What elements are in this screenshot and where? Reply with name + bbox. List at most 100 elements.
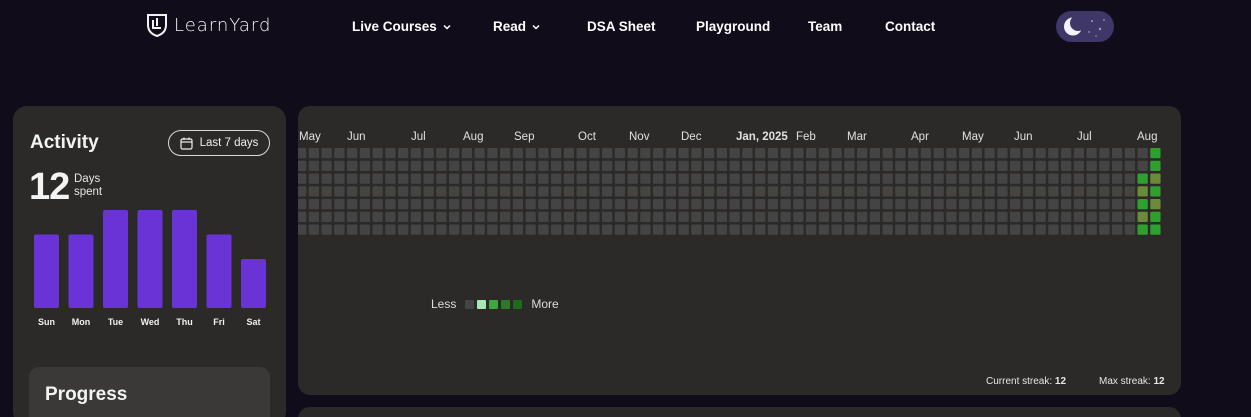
heatmap-cell[interactable] (1137, 224, 1148, 235)
heatmap-cell[interactable] (1010, 211, 1021, 223)
heatmap-cell[interactable] (474, 173, 485, 184)
heatmap-cell[interactable] (933, 148, 944, 159)
heatmap-cell[interactable] (347, 160, 358, 172)
heatmap-cell[interactable] (474, 148, 485, 159)
heatmap-cell[interactable] (1035, 224, 1046, 235)
heatmap-cell[interactable] (678, 160, 689, 172)
heatmap-cell[interactable] (398, 160, 409, 172)
heatmap-cell[interactable] (831, 199, 842, 210)
heatmap-cell[interactable] (908, 173, 919, 184)
heatmap-cell[interactable] (602, 148, 613, 159)
nav-read[interactable]: Read (493, 19, 540, 34)
heatmap-cell[interactable] (780, 173, 791, 184)
heatmap-cell[interactable] (525, 148, 536, 159)
heatmap-cell[interactable] (716, 173, 728, 184)
heatmap-cell[interactable] (1112, 199, 1123, 210)
logo[interactable]: LearnYard (146, 13, 271, 37)
heatmap-cell[interactable] (436, 199, 447, 210)
heatmap-cell[interactable] (933, 211, 944, 223)
heatmap-cell[interactable] (729, 148, 740, 159)
heatmap-cell[interactable] (959, 211, 970, 223)
heatmap-cell[interactable] (997, 199, 1008, 210)
heatmap-cell[interactable] (640, 148, 651, 159)
heatmap-cell[interactable] (589, 148, 600, 159)
nav-team[interactable]: Team (808, 19, 842, 34)
heatmap-cell[interactable] (487, 211, 498, 223)
heatmap-cell[interactable] (449, 173, 460, 184)
heatmap-cell[interactable] (755, 160, 766, 172)
heatmap-cell[interactable] (895, 160, 906, 172)
nav-live-courses[interactable]: Live Courses (352, 19, 451, 34)
heatmap-cell[interactable] (869, 224, 881, 235)
heatmap-cell[interactable] (627, 211, 638, 223)
heatmap-cell[interactable] (385, 199, 396, 210)
heatmap-cell[interactable] (1124, 173, 1136, 184)
heatmap-cell[interactable] (959, 199, 970, 210)
heatmap-cell[interactable] (678, 173, 689, 184)
heatmap-cell[interactable] (423, 211, 434, 223)
heatmap-cell[interactable] (959, 186, 970, 197)
heatmap-cell[interactable] (895, 186, 906, 197)
nav-dsa-sheet[interactable]: DSA Sheet (587, 19, 656, 34)
heatmap-cell[interactable] (920, 211, 932, 223)
heatmap-cell[interactable] (359, 211, 371, 223)
heatmap-cell[interactable] (461, 211, 473, 223)
heatmap-cell[interactable] (755, 186, 766, 197)
heatmap-cell[interactable] (1010, 199, 1021, 210)
heatmap-cell[interactable] (512, 224, 524, 235)
heatmap-cell[interactable] (500, 199, 511, 210)
heatmap-cell[interactable] (767, 211, 779, 223)
heatmap-cell[interactable] (959, 224, 970, 235)
heatmap-cell[interactable] (920, 148, 932, 159)
heatmap-cell[interactable] (857, 224, 868, 235)
heatmap-cell[interactable] (844, 199, 855, 210)
heatmap-cell[interactable] (347, 211, 358, 223)
heatmap-cell[interactable] (398, 211, 409, 223)
heatmap-cell[interactable] (461, 160, 473, 172)
heatmap-cell[interactable] (385, 186, 396, 197)
heatmap-cell[interactable] (461, 199, 473, 210)
heatmap-cell[interactable] (1124, 148, 1136, 159)
heatmap-cell[interactable] (691, 199, 702, 210)
heatmap-cell[interactable] (385, 224, 396, 235)
heatmap-cell[interactable] (908, 160, 919, 172)
heatmap-cell[interactable] (997, 173, 1008, 184)
heatmap-cell[interactable] (971, 186, 983, 197)
heatmap-cell[interactable] (614, 160, 626, 172)
heatmap-cell[interactable] (971, 199, 983, 210)
heatmap-cell[interactable] (308, 186, 320, 197)
heatmap-cell[interactable] (742, 199, 753, 210)
heatmap-cell[interactable] (691, 173, 702, 184)
heatmap-cell[interactable] (869, 148, 881, 159)
heatmap-cell[interactable] (844, 224, 855, 235)
heatmap-cell[interactable] (1150, 186, 1161, 197)
heatmap-cell[interactable] (908, 224, 919, 235)
heatmap-cell[interactable] (1061, 224, 1072, 235)
heatmap-cell[interactable] (997, 224, 1008, 235)
heatmap-cell[interactable] (449, 186, 460, 197)
heatmap-cell[interactable] (780, 186, 791, 197)
heatmap-cell[interactable] (1073, 186, 1085, 197)
heatmap-cell[interactable] (729, 186, 740, 197)
heatmap-cell[interactable] (895, 224, 906, 235)
heatmap-cell[interactable] (818, 186, 830, 197)
heatmap-cell[interactable] (946, 186, 957, 197)
heatmap-cell[interactable] (308, 211, 320, 223)
heatmap-cell[interactable] (589, 224, 600, 235)
heatmap-cell[interactable] (487, 224, 498, 235)
heatmap-cell[interactable] (793, 211, 804, 223)
heatmap-cell[interactable] (410, 186, 422, 197)
heatmap-cell[interactable] (487, 186, 498, 197)
heatmap-cell[interactable] (1035, 199, 1046, 210)
heatmap-cell[interactable] (1048, 160, 1059, 172)
heatmap-cell[interactable] (653, 199, 664, 210)
heatmap-cell[interactable] (449, 199, 460, 210)
heatmap-cell[interactable] (653, 211, 664, 223)
heatmap-cell[interactable] (691, 160, 702, 172)
heatmap-cell[interactable] (1137, 160, 1148, 172)
heatmap-cell[interactable] (1124, 211, 1136, 223)
heatmap-cell[interactable] (984, 186, 995, 197)
heatmap-cell[interactable] (857, 160, 868, 172)
heatmap-cell[interactable] (755, 148, 766, 159)
heatmap-cell[interactable] (359, 160, 371, 172)
